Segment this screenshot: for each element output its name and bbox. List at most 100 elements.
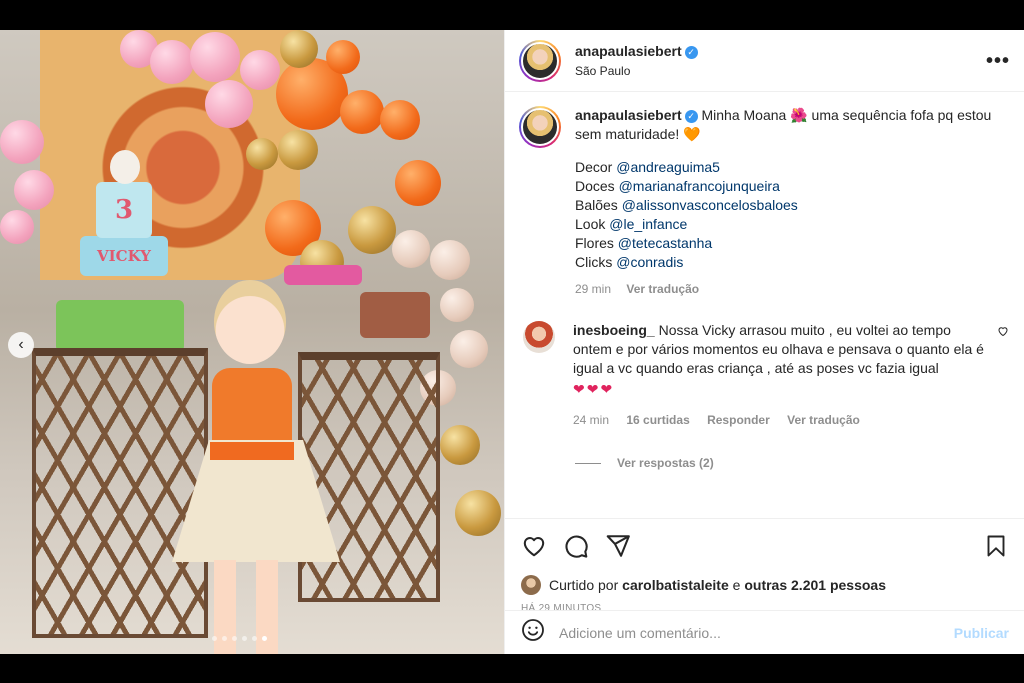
comment-input[interactable] <box>559 624 954 641</box>
credit-label: Flores <box>575 235 614 251</box>
carousel-dot[interactable] <box>242 636 247 641</box>
balloon <box>395 160 441 206</box>
carousel-dot[interactable] <box>222 636 227 641</box>
cake-tier: 3 <box>96 182 152 238</box>
publish-button[interactable]: Publicar <box>954 625 1009 641</box>
author-avatar[interactable] <box>519 39 561 82</box>
balloon <box>450 330 488 368</box>
carousel-dot[interactable] <box>252 636 257 641</box>
caption-time[interactable]: 29 min <box>575 282 611 296</box>
balloon <box>14 170 54 210</box>
balloon <box>326 40 360 74</box>
balloon <box>278 130 318 170</box>
balloon <box>440 425 480 465</box>
flower-tray <box>284 265 362 285</box>
balloon <box>392 230 430 268</box>
credit-mention-link[interactable]: @le_infance <box>609 216 687 232</box>
cake-name: VICKY <box>97 247 151 265</box>
comments-section: anapaulasiebert ✓ Minha Moana 🌺 uma sequê… <box>505 92 1024 518</box>
balloon <box>440 288 474 322</box>
share-icon[interactable] <box>605 533 631 559</box>
sweets-table <box>298 352 440 602</box>
emoji-icon[interactable] <box>521 618 545 647</box>
credit-mention-link[interactable]: @andreaguima5 <box>616 159 720 175</box>
balloon <box>340 90 384 134</box>
likes-prefix: Curtido por <box>549 577 619 593</box>
likes-others[interactable]: outras 2.201 pessoas <box>744 577 886 593</box>
credit-line: Look @le_infance <box>575 215 995 234</box>
credit-label: Clicks <box>575 254 613 270</box>
credit-label: Balões <box>575 197 618 213</box>
balloon <box>190 32 240 82</box>
balloon <box>205 80 253 128</box>
commenter-avatar[interactable] <box>523 321 555 353</box>
balloon <box>380 100 420 140</box>
credit-line: Clicks @conradis <box>575 253 995 272</box>
comment-reply-button[interactable]: Responder <box>707 413 770 427</box>
caption: anapaulasiebert ✓ Minha Moana 🌺 uma sequê… <box>519 106 1010 299</box>
comment-like-icon[interactable] <box>997 325 1009 430</box>
verified-icon: ✓ <box>684 110 698 123</box>
comment-likes[interactable]: 16 curtidas <box>626 413 689 427</box>
credit-mention-link[interactable]: @alissonvasconcelosbaloes <box>622 197 798 213</box>
carousel-dot[interactable] <box>262 636 267 641</box>
carousel-dot[interactable] <box>232 636 237 641</box>
balloon <box>455 490 501 536</box>
heart-icon[interactable] <box>521 533 547 559</box>
credit-line: Balões @alissonvasconcelosbaloes <box>575 196 995 215</box>
carousel-dots <box>212 636 267 641</box>
credit-line: Decor @andreaguima5 <box>575 158 995 177</box>
caption-translate-link[interactable]: Ver tradução <box>626 282 699 296</box>
save-icon[interactable] <box>984 534 1008 558</box>
girl-figure <box>214 280 286 364</box>
cake-pig-figure <box>110 150 140 184</box>
more-icon[interactable]: ••• <box>986 51 1010 71</box>
replies-divider <box>575 462 601 464</box>
likes-summary: Curtido por carolbatistaleite e outras 2… <box>521 575 1008 595</box>
carousel-dot[interactable] <box>212 636 217 641</box>
credit-label: Decor <box>575 159 613 175</box>
balloon <box>280 30 318 68</box>
post-header: anapaulasiebert ✓ São Paulo ••• <box>505 30 1024 92</box>
balloon <box>0 120 44 164</box>
verified-icon: ✓ <box>684 46 698 59</box>
comment-icon[interactable] <box>563 533 589 559</box>
credit-mention-link[interactable]: @tetecastanha <box>618 235 712 251</box>
carousel-prev-button[interactable]: ‹ <box>8 332 34 358</box>
balloon <box>246 138 278 170</box>
caption-username[interactable]: anapaulasiebert <box>575 107 682 123</box>
credit-line: Doces @marianafrancojunqueira <box>575 177 995 196</box>
post-photo[interactable]: VICKY 3 ‹ <box>0 30 504 654</box>
sweets-stand <box>360 292 430 338</box>
credit-mention-link[interactable]: @marianafrancojunqueira <box>619 178 780 194</box>
cake-tier: VICKY <box>80 236 168 276</box>
cake-tier <box>56 300 184 352</box>
credit-mention-link[interactable]: @conradis <box>616 254 683 270</box>
credit-line: Flores @tetecastanha <box>575 234 995 253</box>
comment-translate-link[interactable]: Ver tradução <box>787 413 860 427</box>
balloon <box>348 206 396 254</box>
cake-table <box>32 348 208 638</box>
view-replies-button[interactable]: Ver respostas (2) <box>575 456 1010 470</box>
post-location[interactable]: São Paulo <box>575 64 986 78</box>
balloon <box>430 240 470 280</box>
liker-avatar[interactable] <box>521 575 541 595</box>
caption-avatar[interactable] <box>519 106 561 148</box>
balloon <box>0 210 34 244</box>
cake-topper-number: 3 <box>114 195 134 225</box>
author-username[interactable]: anapaulasiebert <box>575 43 682 59</box>
credit-label: Look <box>575 216 606 232</box>
post-window: VICKY 3 ‹ anapaulasiebert ✓ São Paulo ••… <box>0 30 1024 654</box>
comment-hearts: ❤❤❤ <box>573 381 615 397</box>
view-replies-label: Ver respostas (2) <box>617 456 714 470</box>
girl-dress <box>212 368 292 448</box>
likes-user[interactable]: carolbatistaleite <box>622 577 729 593</box>
credit-label: Doces <box>575 178 615 194</box>
balloon <box>240 50 280 90</box>
add-comment-bar: Publicar <box>505 610 1024 654</box>
caption-credits: Decor @andreaguima5 Doces @marianafrancoj… <box>575 158 995 272</box>
likes-connector: e <box>732 577 741 593</box>
comment-time[interactable]: 24 min <box>573 413 609 427</box>
caption-heart-emoji: 🧡 <box>683 126 701 142</box>
comment-username[interactable]: inesboeing_ <box>573 322 655 338</box>
